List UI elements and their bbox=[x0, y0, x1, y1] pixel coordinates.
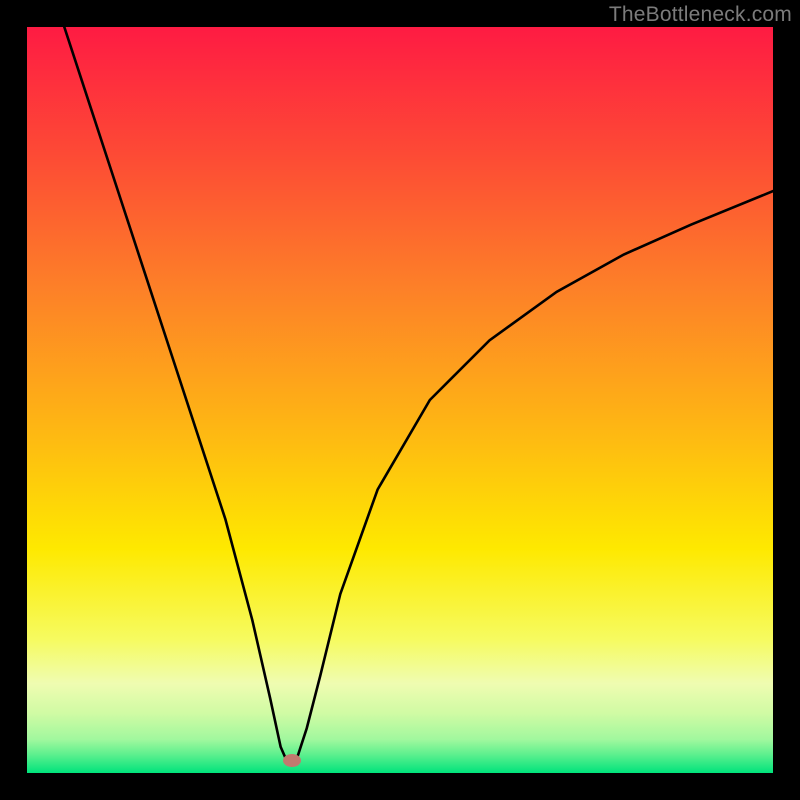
attribution-text: TheBottleneck.com bbox=[609, 3, 792, 27]
plot-area bbox=[27, 27, 773, 773]
chart-frame: TheBottleneck.com bbox=[0, 0, 800, 800]
bottleneck-curve bbox=[27, 27, 773, 773]
optimum-marker bbox=[283, 754, 301, 767]
